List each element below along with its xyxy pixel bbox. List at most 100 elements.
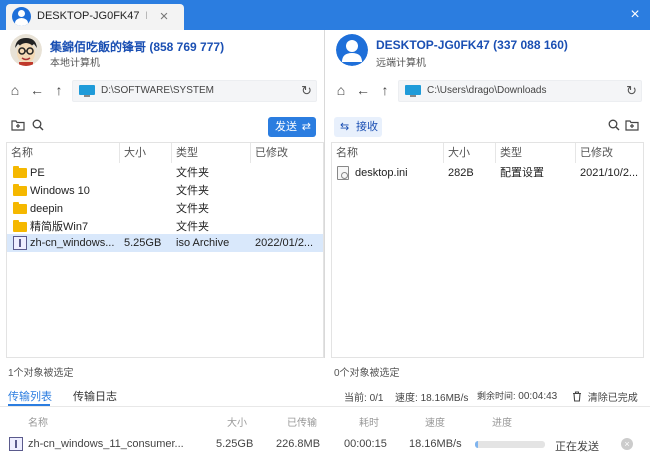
transfer-col-name: 名称 [28,418,48,429]
title-bar: DESKTOP-JG0FK47 P × × [0,0,650,30]
receive-arrow-icon: ⇆ [340,121,350,133]
column-header-name[interactable]: 名称 [332,143,444,163]
home-icon[interactable]: ⌂ [332,81,350,99]
local-selection-status: 1个对象被选定 [8,368,74,379]
archive-icon [13,236,27,250]
remote-path: C:\Users\drago\Downloads [427,85,547,96]
current-stat: 当前: 0/1 [344,393,384,404]
file-size: 282B [448,167,474,179]
table-header: 名称 大小 类型 已修改 [332,143,643,163]
file-type: iso Archive [176,237,230,249]
remote-user-icon [336,34,368,66]
file-size: 5.25GB [124,237,162,249]
transfer-file-name: zh-cn_windows_11_consumer... [28,438,184,450]
file-name: zh-cn_windows... [30,237,115,249]
tab-transfer-log[interactable]: 传输日志 [73,388,117,404]
search-icon[interactable] [30,119,46,135]
file-name: Windows 10 [30,185,90,197]
local-path-box[interactable]: D:\SOFTWARE\SYSTEM ↻ [72,80,317,102]
file-modified: 2021/10/2... [580,167,639,179]
file-type: 文件夹 [176,203,209,215]
new-folder-icon[interactable] [10,119,26,135]
local-host-name: 集錦佰吃飯的锋哥 (858 769 777) [50,40,225,54]
transfer-speed: 18.16MB/s [409,438,462,450]
archive-icon [9,437,23,451]
tab-transfer-list[interactable]: 传输列表 [8,388,52,404]
transfer-elapsed: 00:00:15 [344,438,387,450]
column-header-modified[interactable]: 已修改 [251,143,325,163]
table-row[interactable]: deepin 文件夹 [7,200,323,218]
refresh-icon[interactable]: ↻ [301,83,312,99]
file-modified: 2022/01/2... [255,237,314,249]
transfer-col-speed: 速度 [425,418,445,429]
transfer-col-size: 大小 [227,418,247,429]
tab-title: DESKTOP-JG0FK47 P [37,10,147,22]
tab-close-icon[interactable]: × [154,7,174,27]
transfer-col-progress: 进度 [492,418,512,429]
local-file-list[interactable]: 名称 大小 类型 已修改 PE 文件夹 Windows 10 文件夹 deepi… [6,142,324,358]
transfer-col-transferred: 已传输 [287,418,317,429]
column-header-name[interactable]: 名称 [7,143,120,163]
remaining-stat: 剩余时间: 00:04:43 [477,391,558,402]
file-type: 文件夹 [176,167,209,179]
file-type: 配置设置 [500,167,544,179]
table-row[interactable]: Windows 10 文件夹 [7,182,323,200]
back-icon[interactable]: ← [28,81,46,99]
transfer-transferred: 226.8MB [276,438,321,450]
up-icon[interactable]: ↑ [376,81,394,99]
pane-divider [324,30,325,358]
new-folder-icon[interactable] [624,119,640,135]
clear-completed-button[interactable]: 清除已完成 [572,389,638,404]
cartoon-avatar-icon [10,34,42,66]
file-name: deepin [30,203,64,215]
remote-host-header: DESKTOP-JG0FK47 (337 088 160) 远端计算机 [326,30,650,74]
trash-icon [573,391,581,402]
window-close-button[interactable]: × [624,4,646,26]
local-host-header: 集錦佰吃飯的锋哥 (858 769 777) 本地计算机 [0,30,324,74]
table-row[interactable]: PE 文件夹 [7,164,323,182]
folder-icon [13,202,27,214]
column-header-type[interactable]: 类型 [172,143,251,163]
remote-toolbar: ⇆ 接收 [326,114,650,140]
transfer-col-elapsed: 耗时 [359,418,379,429]
cancel-transfer-icon[interactable]: × [621,438,633,450]
user-avatar-icon [12,7,31,26]
remote-host-subtitle: 远端计算机 [376,58,426,69]
send-arrows-icon: ⇄ [301,121,311,133]
remote-host-name: DESKTOP-JG0FK47 (337 088 160) [376,38,568,52]
folder-icon [13,166,27,178]
search-icon[interactable] [606,119,622,135]
remote-selection-status: 0个对象被选定 [334,368,400,379]
file-type: 文件夹 [176,185,209,197]
column-header-size[interactable]: 大小 [444,143,496,163]
remote-path-box[interactable]: C:\Users\drago\Downloads ↻ [398,80,642,102]
computer-icon [79,85,95,97]
remote-file-list[interactable]: 名称 大小 类型 已修改 desktop.ini 282B 配置设置 2021/… [331,142,644,358]
file-name: desktop.ini [355,167,408,179]
table-row-selected[interactable]: zh-cn_windows... 5.25GB iso Archive 2022… [7,234,323,252]
home-icon[interactable]: ⌂ [6,81,24,99]
folder-icon [13,220,27,232]
column-header-modified[interactable]: 已修改 [576,143,645,163]
local-toolbar: 发送 ⇄ [0,114,324,140]
local-path: D:\SOFTWARE\SYSTEM [101,85,214,96]
session-tab[interactable]: DESKTOP-JG0FK47 P × [6,4,184,30]
local-host-subtitle: 本地计算机 [50,58,100,69]
table-row[interactable]: desktop.ini 282B 配置设置 2021/10/2... [332,164,643,182]
table-header: 名称 大小 类型 已修改 [7,143,323,163]
transfer-size: 5.25GB [216,438,254,450]
refresh-icon[interactable]: ↻ [626,83,637,99]
speed-stat: 速度: 18.16MB/s [395,393,469,404]
column-header-size[interactable]: 大小 [120,143,172,163]
transfer-state: 正在发送 [555,441,599,453]
local-nav-row: ⌂ ← ↑ D:\SOFTWARE\SYSTEM ↻ [0,78,324,104]
transfer-row[interactable]: zh-cn_windows_11_consumer... 5.25GB 226.… [0,433,650,455]
back-icon[interactable]: ← [354,81,372,99]
receive-button[interactable]: ⇆ 接收 [334,117,382,137]
computer-icon [405,85,421,97]
up-icon[interactable]: ↑ [50,81,68,99]
send-button[interactable]: 发送 ⇄ [268,117,316,137]
transfer-progress-bar [475,441,545,448]
column-header-type[interactable]: 类型 [496,143,576,163]
folder-icon [13,184,27,196]
